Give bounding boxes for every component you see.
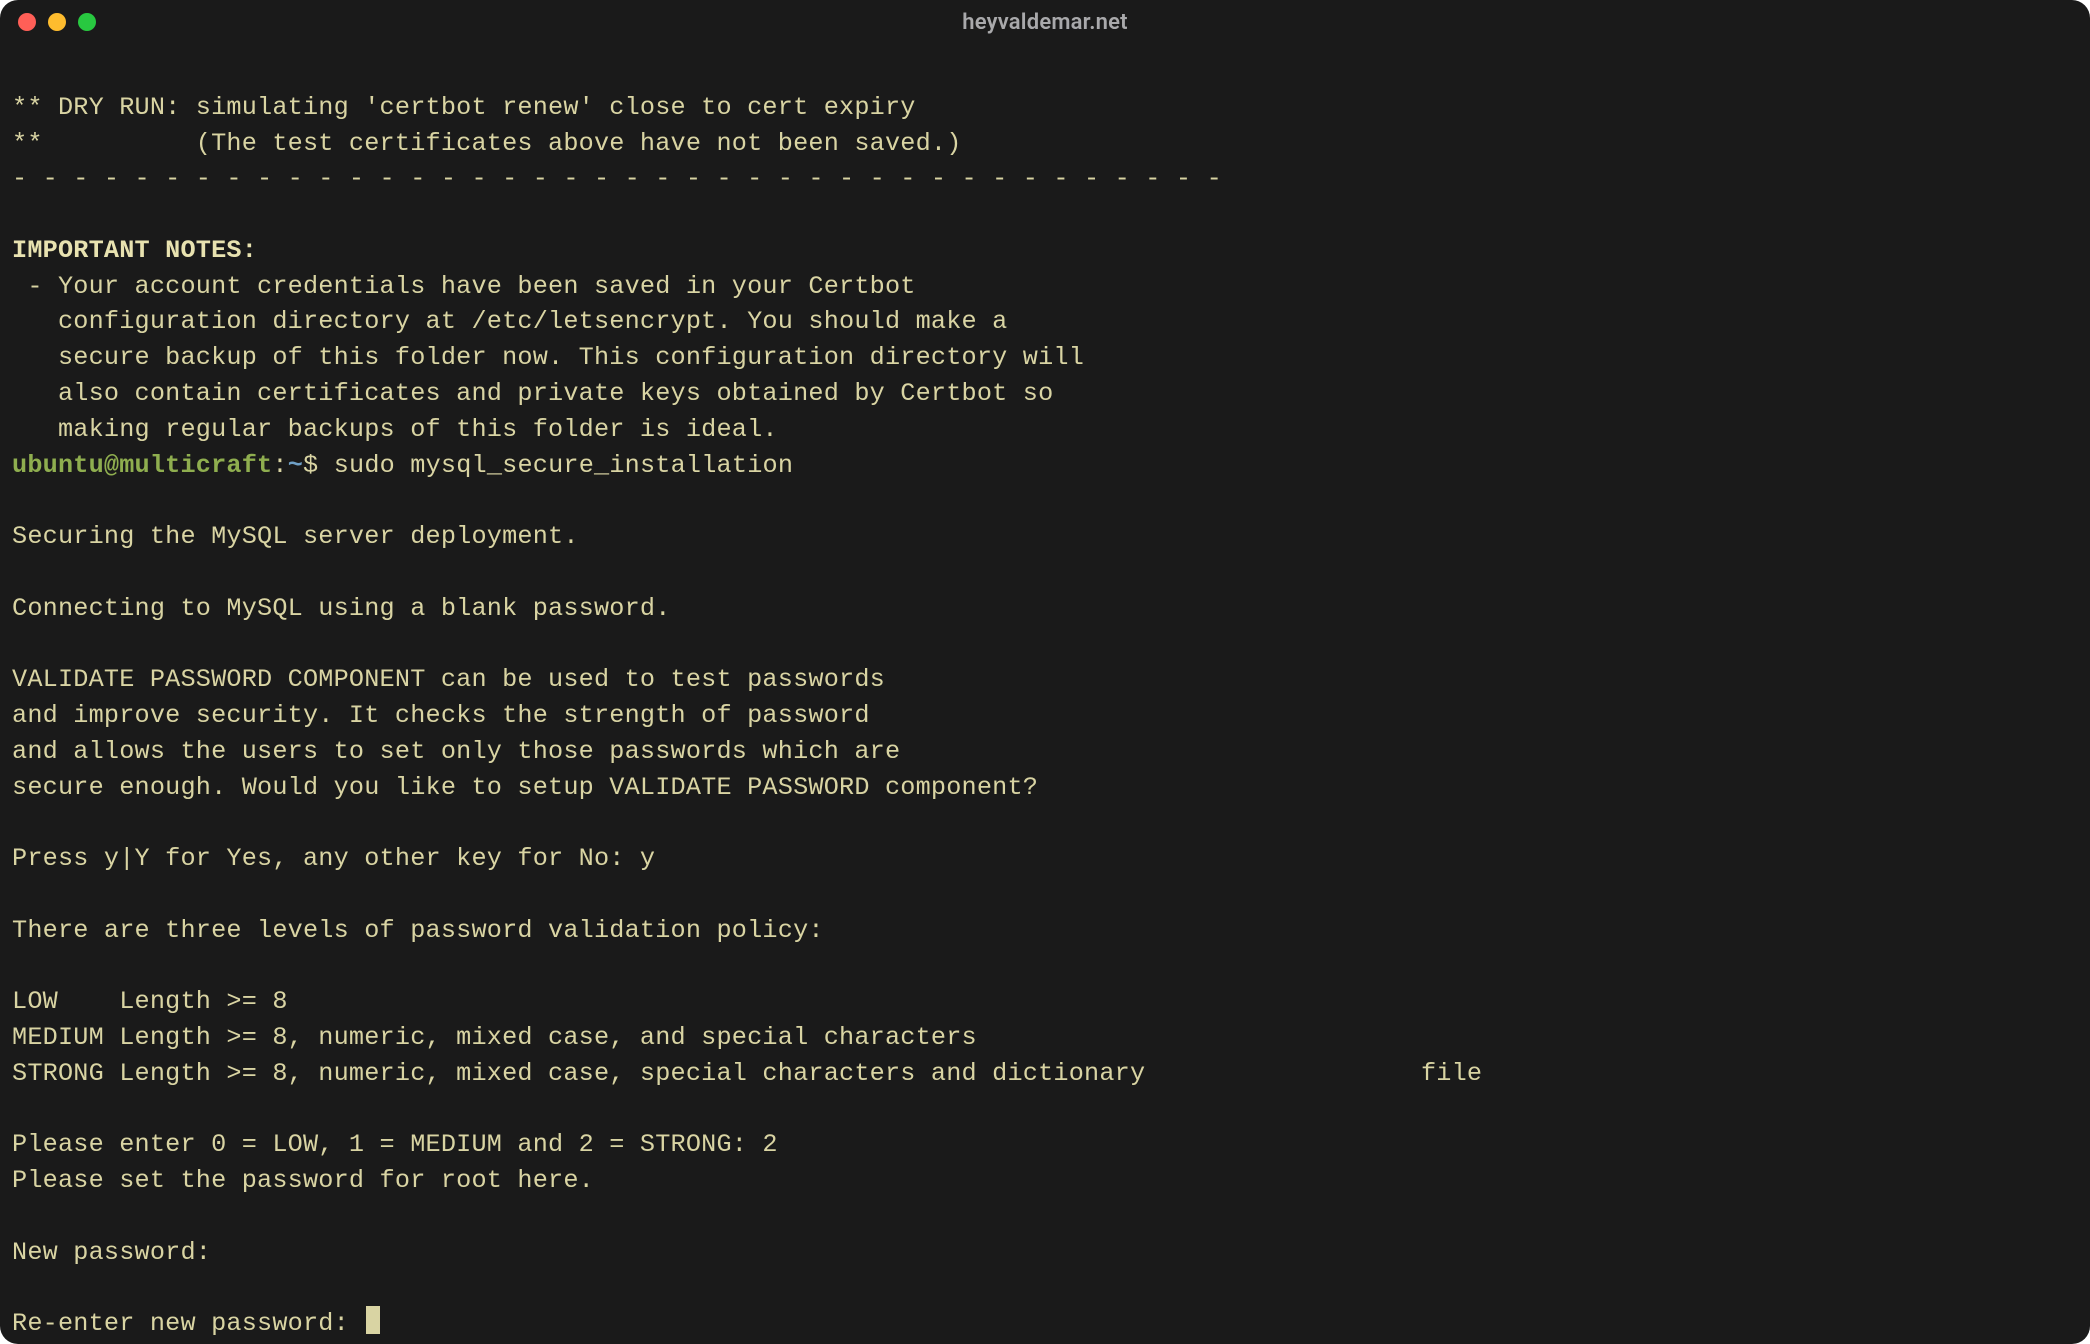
titlebar: heyvaldemar.net	[0, 0, 2090, 44]
maximize-icon[interactable]	[78, 13, 96, 31]
term-line: Press y|Y for Yes, any other key for No:…	[12, 844, 655, 873]
term-line: configuration directory at /etc/letsencr…	[12, 307, 1007, 336]
term-line: and improve security. It checks the stre…	[12, 701, 870, 730]
window-controls	[18, 13, 96, 31]
term-line: secure enough. Would you like to setup V…	[12, 773, 1038, 802]
term-line: MEDIUM Length >= 8, numeric, mixed case,…	[12, 1023, 977, 1052]
term-line: ** (The test certificates above have not…	[12, 129, 962, 158]
term-line: There are three levels of password valid…	[12, 916, 824, 945]
prompt-path: ~	[288, 451, 303, 480]
prompt-line: ubuntu@multicraft:~$ sudo mysql_secure_i…	[12, 451, 793, 480]
term-line: Re-enter new password:	[12, 1309, 380, 1338]
close-icon[interactable]	[18, 13, 36, 31]
reenter-password-prompt: Re-enter new password:	[12, 1309, 364, 1338]
term-line: making regular backups of this folder is…	[12, 415, 778, 444]
cursor-icon	[366, 1306, 380, 1334]
term-line: - - - - - - - - - - - - - - - - - - - - …	[12, 164, 1222, 193]
terminal-window: heyvaldemar.net ** DRY RUN: simulating '…	[0, 0, 2090, 1344]
term-line: STRONG Length >= 8, numeric, mixed case,…	[12, 1059, 1482, 1088]
terminal-body[interactable]: ** DRY RUN: simulating 'certbot renew' c…	[0, 44, 2090, 1344]
term-line: and allows the users to set only those p…	[12, 737, 900, 766]
term-line: Please set the password for root here.	[12, 1166, 594, 1195]
window-title: heyvaldemar.net	[0, 10, 2090, 35]
prompt-host: multicraft	[119, 451, 272, 480]
term-line: Connecting to MySQL using a blank passwo…	[12, 594, 671, 623]
term-line: New password:	[12, 1238, 211, 1267]
prompt-symbol: $	[303, 451, 318, 480]
prompt-command: sudo mysql_secure_installation	[334, 451, 793, 480]
minimize-icon[interactable]	[48, 13, 66, 31]
term-line: also contain certificates and private ke…	[12, 379, 1053, 408]
term-line: ** DRY RUN: simulating 'certbot renew' c…	[12, 93, 916, 122]
term-line: VALIDATE PASSWORD COMPONENT can be used …	[12, 665, 885, 694]
term-line: LOW Length >= 8	[12, 987, 288, 1016]
prompt-user: ubuntu	[12, 451, 104, 480]
term-line: - Your account credentials have been sav…	[12, 272, 916, 301]
term-line: secure backup of this folder now. This c…	[12, 343, 1084, 372]
prompt-colon: :	[272, 451, 287, 480]
term-line: Please enter 0 = LOW, 1 = MEDIUM and 2 =…	[12, 1130, 778, 1159]
important-notes-heading: IMPORTANT NOTES:	[12, 236, 257, 265]
term-line: Securing the MySQL server deployment.	[12, 522, 579, 551]
prompt-at: @	[104, 451, 119, 480]
